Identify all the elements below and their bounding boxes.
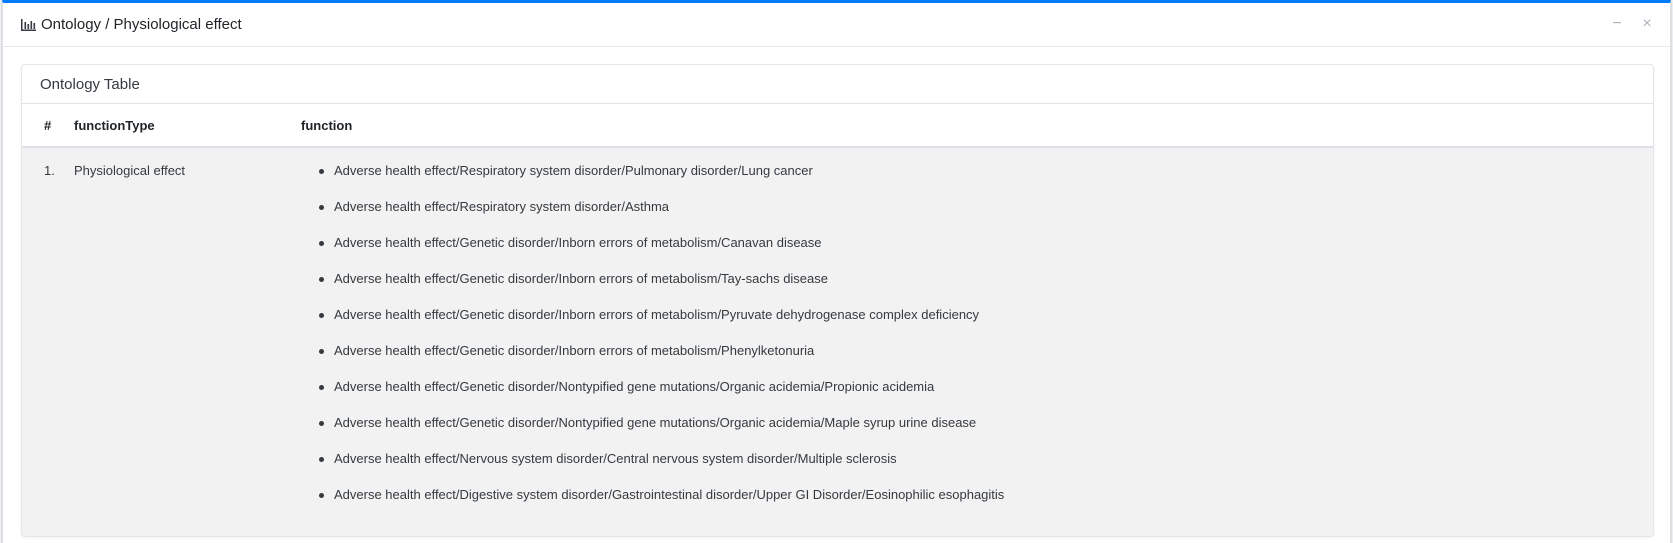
card-tools: − × [1609,15,1655,33]
row-function-type: Physiological effect [74,163,186,178]
minimize-icon[interactable]: − [1609,15,1625,33]
function-list-item: Adverse health effect/Respiratory system… [319,163,1653,199]
column-header-function: function [301,104,1653,148]
table-row: 1. Physiological effect Adverse health e… [22,147,1653,536]
row-function-cell: Adverse health effect/Respiratory system… [301,147,1653,536]
function-list-item: Adverse health effect/Digestive system d… [319,487,1653,523]
table-header-row: # functionType function [22,104,1653,148]
function-list-item: Adverse health effect/Genetic disorder/N… [319,379,1653,415]
column-header-number: # [22,104,74,148]
function-list-item: Adverse health effect/Genetic disorder/I… [319,271,1653,307]
function-list-item: Adverse health effect/Genetic disorder/I… [319,307,1653,343]
page-title: Ontology / Physiological effect [41,16,242,33]
function-list-item: Adverse health effect/Genetic disorder/I… [319,235,1653,271]
ontology-card: Ontology / Physiological effect − × Onto… [2,0,1671,543]
bar-chart-icon [20,18,37,32]
function-list-item: Adverse health effect/Nervous system dis… [319,451,1653,487]
function-list-item: Adverse health effect/Genetic disorder/N… [319,415,1653,451]
column-header-function-type: functionType [74,104,301,148]
row-number: 1. [44,163,55,178]
function-list: Adverse health effect/Respiratory system… [301,163,1653,536]
ontology-table-card: Ontology Table # functionType function 1… [21,64,1654,537]
function-list-item: Adverse health effect/Genetic disorder/I… [319,343,1653,379]
card-header: Ontology / Physiological effect − × [3,3,1670,47]
function-list-item: Adverse health effect/Respiratory system… [319,199,1653,235]
close-icon[interactable]: × [1639,15,1655,33]
ontology-table: # functionType function 1. Physiological… [22,104,1653,536]
table-card-title: Ontology Table [22,65,1653,104]
